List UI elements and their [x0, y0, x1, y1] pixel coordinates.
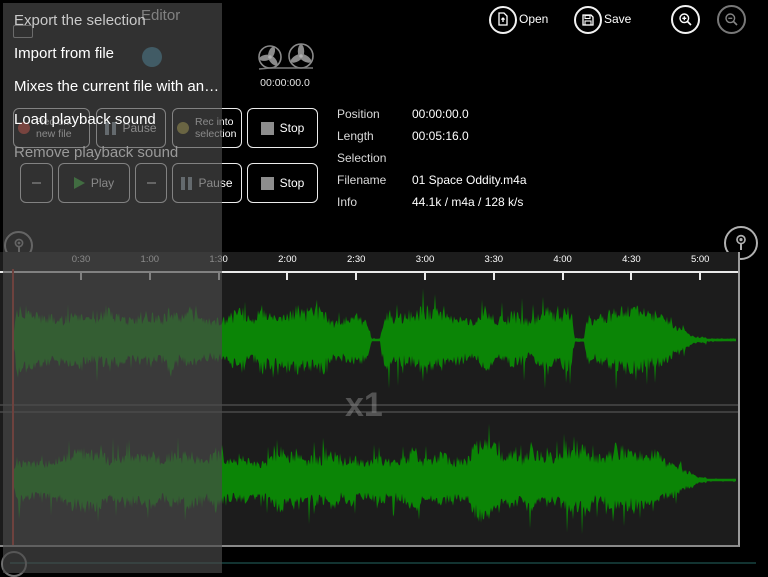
menu-item-remove-playback-sound[interactable]: Remove playback sound: [14, 144, 178, 161]
timeline-tick: [561, 273, 564, 280]
zoom-level-label: x1: [345, 386, 383, 424]
info-value-length: 00:05:16.0: [412, 129, 469, 143]
file-context-menu: Export the selection Import from file Mi…: [3, 3, 222, 573]
audio-editor-app: { "window": { "title": "Editor" }, "cont…: [0, 0, 768, 577]
menu-item-export-selection[interactable]: Export the selection: [14, 12, 146, 29]
menu-item-import-from-file[interactable]: Import from file: [14, 45, 114, 62]
open-file-icon: [498, 12, 508, 26]
save-button-label[interactable]: Save: [604, 12, 631, 26]
timeline-label: 3:30: [484, 254, 504, 265]
zoom-in-icon: [679, 13, 692, 26]
tape-reels-icon: [258, 43, 314, 70]
info-label-filename: Filename: [337, 173, 387, 187]
stop-rec-button[interactable]: Stop: [247, 108, 318, 148]
info-label-length: Length: [337, 129, 374, 143]
zoom-in-button[interactable]: [671, 5, 700, 34]
open-button[interactable]: [489, 6, 517, 34]
save-floppy-icon: [582, 14, 594, 26]
info-value-info: 44.1k / m4a / 128 k/s: [412, 195, 524, 209]
timeline-tick: [699, 273, 702, 280]
stop-play-label: Stop: [279, 176, 305, 190]
timeline-label: 4:30: [622, 254, 641, 265]
timeline-label: 4:00: [553, 254, 572, 265]
menu-item-mix-current-file[interactable]: Mixes the current file with an…: [14, 78, 219, 95]
timeline-label: 3:00: [415, 254, 435, 265]
stop-icon: [260, 121, 274, 135]
info-label-info: Info: [337, 195, 358, 209]
timeline-label: 5:00: [690, 254, 710, 265]
timeline-tick: [492, 273, 495, 280]
zoom-out-button[interactable]: [717, 5, 746, 34]
stop-play-button[interactable]: Stop: [247, 163, 318, 203]
info-value-position: 00:00:00.0: [412, 107, 469, 121]
timeline-label: 2:00: [278, 254, 297, 265]
pin-icon: [736, 234, 746, 250]
timeline-tick: [286, 273, 289, 280]
stop-icon: [260, 176, 274, 190]
timeline-label: 2:30: [346, 254, 366, 265]
info-label-position: Position: [337, 107, 380, 121]
menu-item-load-playback-sound[interactable]: Load playback sound: [14, 111, 156, 128]
zoom-out-icon: [725, 13, 738, 26]
timeline-tick: [355, 273, 358, 280]
info-label-selection: Selection: [337, 151, 387, 165]
stop-rec-label: Stop: [279, 121, 305, 135]
info-value-filename: 01 Space Oddity.m4a: [412, 173, 527, 187]
open-button-label[interactable]: Open: [519, 12, 548, 26]
timeline-tick: [630, 273, 633, 280]
save-button[interactable]: [574, 6, 602, 34]
timeline-tick: [424, 273, 426, 280]
tape-timecode: 00:00:00.0: [260, 77, 310, 89]
